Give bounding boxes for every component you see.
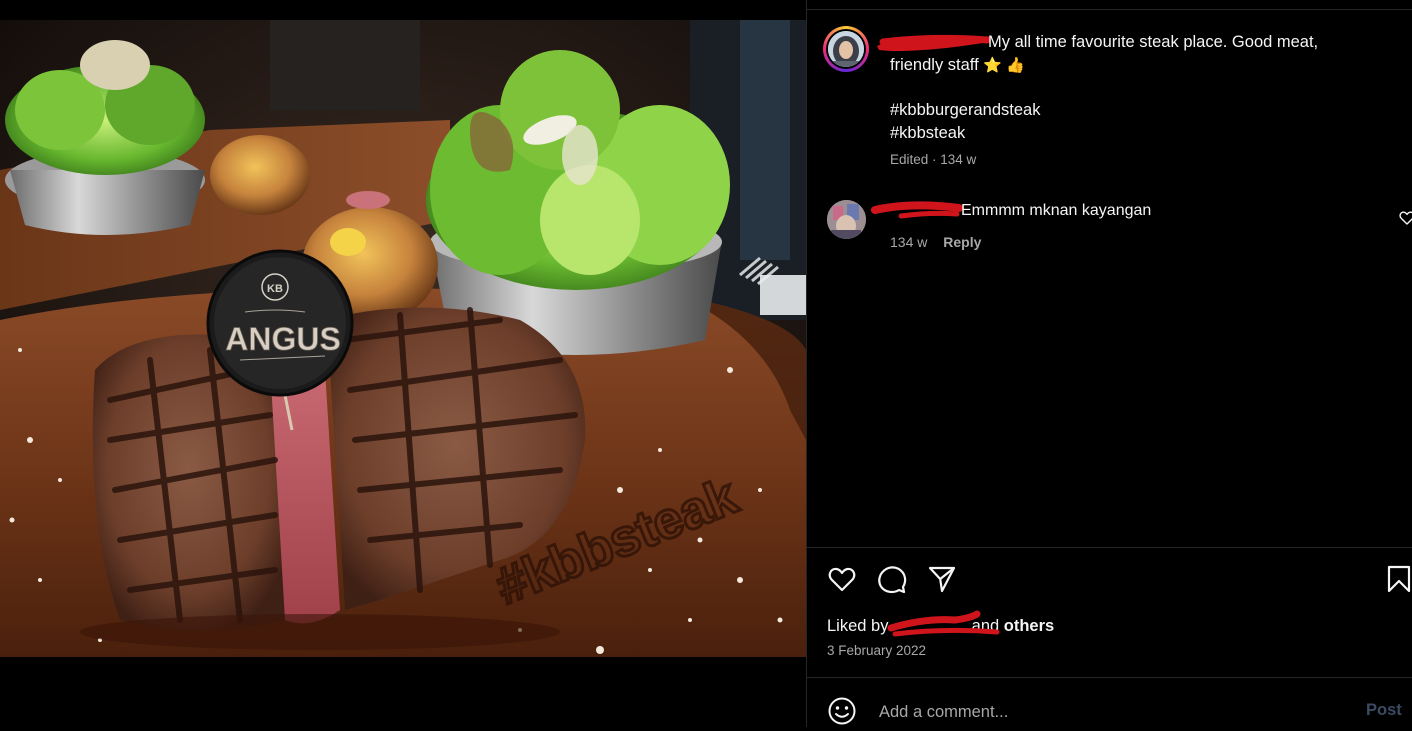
sign-logo: KB xyxy=(267,283,283,295)
hashtag-link[interactable]: #kbbburgerandsteak xyxy=(890,101,1040,119)
composer-divider xyxy=(807,677,1412,678)
comment-like-heart-icon[interactable] xyxy=(1399,210,1412,226)
comment-age: 134 w xyxy=(890,234,928,250)
liked-by-prefix: Liked by xyxy=(827,617,889,635)
post-button[interactable]: Post xyxy=(1366,701,1402,720)
caption-text: My all time favourite steak place. Good … xyxy=(988,33,1319,51)
save-bookmark-icon[interactable] xyxy=(1385,564,1412,594)
avatar-ring-inner xyxy=(826,29,866,69)
share-paper-plane-icon[interactable] xyxy=(927,564,957,594)
sign-text: ANGUS xyxy=(225,321,341,357)
actions-divider xyxy=(807,547,1412,548)
avatar-image xyxy=(828,31,864,67)
like-heart-icon[interactable] xyxy=(827,564,857,594)
comment-meta: 134 w Reply xyxy=(890,234,981,250)
commenter-avatar[interactable] xyxy=(827,200,866,239)
poster-avatar[interactable] xyxy=(823,26,869,72)
emoji-smiley-icon[interactable] xyxy=(827,696,857,731)
comment-input[interactable] xyxy=(877,698,1331,726)
comment-bubble-icon[interactable] xyxy=(877,564,907,594)
post-caption: My all time favourite steak place. Good … xyxy=(890,31,1360,144)
post-date: 3 February 2022 xyxy=(827,643,927,658)
comment-text: Emmmm mknan kayangan xyxy=(961,202,1152,219)
redacted-commenter xyxy=(871,201,963,219)
star-thumbs-emoji: ⭐ 👍 xyxy=(983,56,1025,74)
post-photo[interactable]: #kbbsteak KB ANGUS xyxy=(0,20,806,657)
reply-button[interactable]: Reply xyxy=(943,234,981,250)
header-divider xyxy=(807,9,1412,10)
hashtag-link[interactable]: #kbbsteak xyxy=(890,124,965,142)
steak-photo: #kbbsteak KB ANGUS xyxy=(0,20,806,657)
redacted-liker xyxy=(887,610,1000,637)
liked-by-others-link[interactable]: others xyxy=(1004,617,1054,635)
caption-meta: Edited · 134 w xyxy=(890,152,977,167)
post-media: #kbbsteak KB ANGUS xyxy=(0,0,806,727)
post-sidebar: My all time favourite steak place. Good … xyxy=(806,0,1412,727)
caption-line2: friendly staff xyxy=(890,55,979,74)
